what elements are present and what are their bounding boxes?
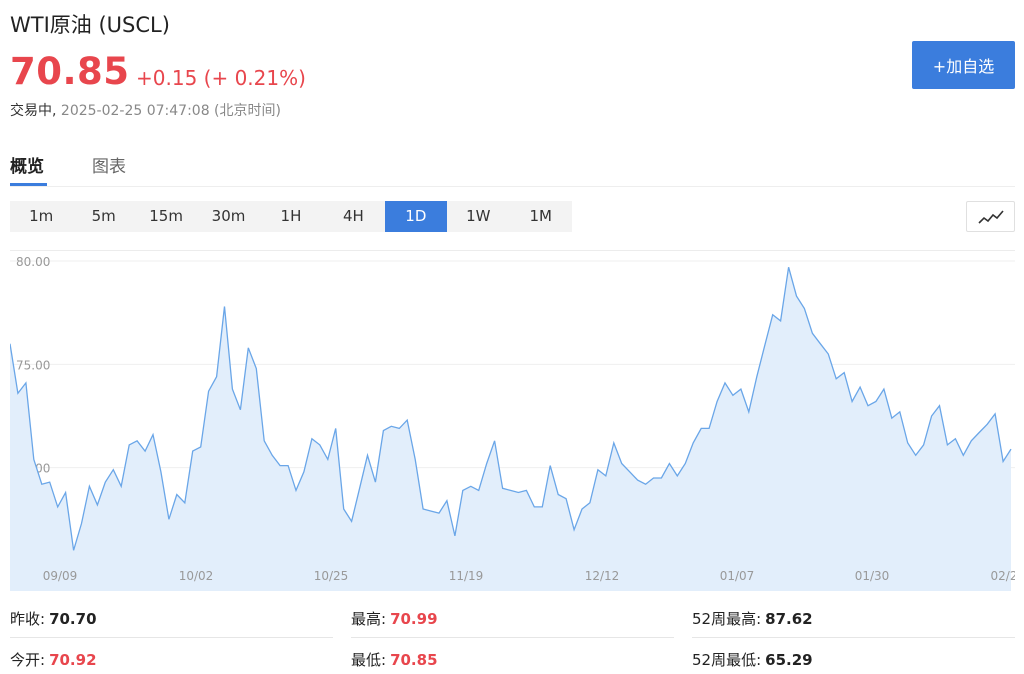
- period-30m[interactable]: 30m: [197, 201, 259, 232]
- change-percent: (+ 0.21%): [203, 66, 306, 90]
- chart-type-toggle[interactable]: [966, 201, 1015, 232]
- y-tick-label: 80.00: [16, 255, 50, 269]
- price-chart: 80.0075.0070.0065.0009/0910/0210/2511/19…: [9, 250, 1017, 591]
- stat-52w-low: 52周最低: 65.29: [692, 649, 813, 670]
- y-tick-label: 75.00: [16, 358, 50, 372]
- status-text: 交易中,: [10, 103, 57, 119]
- x-tick-label: 09/09: [43, 569, 78, 583]
- timestamp: 2025-02-25 07:47:08 (北京时间): [60, 103, 281, 119]
- stat-label: 最高:: [351, 610, 387, 628]
- x-tick-label: 01/30: [855, 569, 890, 583]
- price-chart-svg: 80.0075.0070.0065.0009/0910/0210/2511/19…: [9, 255, 1017, 591]
- x-tick-label: 02/2: [991, 569, 1015, 583]
- period-1w[interactable]: 1W: [447, 201, 509, 232]
- period-15m[interactable]: 15m: [135, 201, 197, 232]
- stat-label: 52周最高:: [692, 610, 762, 628]
- active-tab-indicator: [10, 183, 47, 186]
- tab-chart[interactable]: 图表: [92, 152, 126, 177]
- stat-prev-close: 昨收: 70.70: [10, 608, 97, 629]
- stat-label: 昨收:: [10, 610, 46, 628]
- stat-open: 今开: 70.92: [10, 649, 97, 670]
- trading-status: 交易中, 2025-02-25 07:47:08 (北京时间): [10, 100, 281, 120]
- tab-overview[interactable]: 概览: [10, 152, 44, 177]
- period-5m[interactable]: 5m: [72, 201, 134, 232]
- period-1m[interactable]: 1m: [10, 201, 72, 232]
- stat-value: 70.92: [49, 651, 97, 669]
- stat-label: 最低:: [351, 651, 387, 669]
- stats-divider: [692, 637, 1015, 638]
- price-change: +0.15 (+ 0.21%): [136, 66, 306, 90]
- x-tick-label: 12/12: [585, 569, 620, 583]
- stat-52w-high: 52周最高: 87.62: [692, 608, 813, 629]
- x-tick-label: 10/02: [179, 569, 214, 583]
- add-watchlist-button[interactable]: +加自选: [912, 41, 1015, 89]
- stat-value: 65.29: [765, 651, 813, 669]
- stat-value: 70.85: [390, 651, 438, 669]
- period-4h[interactable]: 4H: [322, 201, 384, 232]
- period-1h[interactable]: 1H: [260, 201, 322, 232]
- stat-label: 今开:: [10, 651, 46, 669]
- period-1d[interactable]: 1D: [384, 201, 448, 232]
- stats-divider: [10, 637, 333, 638]
- stat-value: 87.62: [765, 610, 813, 628]
- last-price: 70.85: [10, 50, 130, 93]
- stats-divider: [351, 637, 674, 638]
- period-1mo[interactable]: 1M: [510, 201, 572, 232]
- tab-bar: 概览 图表: [10, 148, 1015, 187]
- line-chart-icon: [977, 209, 1004, 224]
- stat-label: 52周最低:: [692, 651, 762, 669]
- stat-low: 最低: 70.85: [351, 649, 438, 670]
- price-area-fill: [10, 267, 1011, 591]
- x-tick-label: 10/25: [314, 569, 349, 583]
- x-tick-label: 01/07: [720, 569, 755, 583]
- x-tick-label: 11/19: [449, 569, 484, 583]
- stat-value: 70.70: [49, 610, 97, 628]
- instrument-title: WTI原油 (USCL): [10, 13, 170, 37]
- period-selector: 1m 5m 15m 30m 1H 4H 1D 1W 1M: [10, 201, 572, 232]
- stat-high: 最高: 70.99: [351, 608, 438, 629]
- change-value: +0.15: [136, 66, 198, 90]
- stat-value: 70.99: [390, 610, 438, 628]
